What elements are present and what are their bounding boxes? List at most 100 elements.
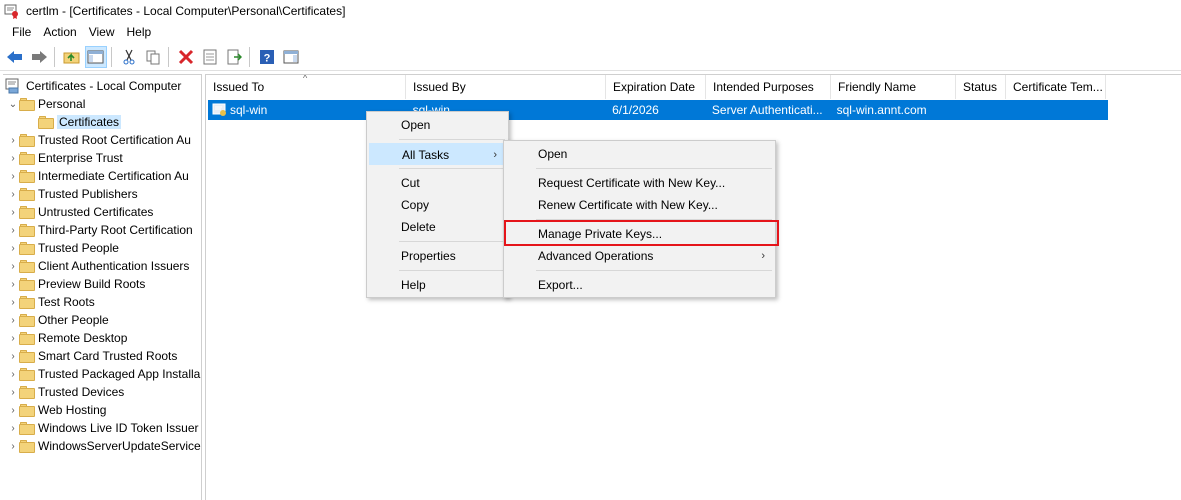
chevron-right-icon[interactable]: › — [7, 149, 19, 167]
chevron-right-icon[interactable]: › — [7, 365, 19, 383]
column-expiration-date[interactable]: Expiration Date — [606, 75, 706, 99]
show-hide-tree-icon[interactable] — [85, 46, 107, 68]
tree-item[interactable]: › Smart Card Trusted Roots — [7, 347, 177, 365]
toolbar: ? — [0, 44, 1181, 71]
cell-purposes: Server Authenticati... — [711, 103, 823, 117]
tree-root-label: Certificates - Local Computer — [26, 79, 182, 93]
copy-icon[interactable] — [142, 46, 164, 68]
tree-item[interactable]: › Trusted People — [7, 239, 119, 257]
delete-icon[interactable] — [175, 46, 197, 68]
up-folder-icon[interactable] — [61, 46, 83, 68]
console-tree: Certificates - Local Computer ⌄ Personal… — [3, 74, 202, 500]
tree-item-personal[interactable]: ⌄ Personal — [7, 95, 86, 113]
folder-icon — [19, 403, 35, 417]
folder-icon — [19, 241, 35, 255]
action-pane-icon[interactable] — [280, 46, 302, 68]
context-menu-open[interactable]: Open — [369, 114, 506, 136]
tree-item[interactable]: › Other People — [7, 311, 108, 329]
tree-item[interactable]: › Enterprise Trust — [7, 149, 122, 167]
export-list-icon[interactable] — [223, 46, 245, 68]
chevron-right-icon[interactable]: › — [7, 131, 19, 149]
column-issued-to[interactable]: ^ Issued To — [206, 75, 406, 99]
chevron-right-icon[interactable]: › — [7, 383, 19, 401]
properties-icon[interactable] — [199, 46, 221, 68]
sort-ascending-icon: ^ — [303, 75, 308, 83]
chevron-right-icon[interactable]: › — [7, 311, 19, 329]
chevron-right-icon[interactable]: › — [7, 185, 19, 203]
svg-text:?: ? — [264, 53, 271, 65]
column-certificate-template[interactable]: Certificate Tem... — [1006, 75, 1106, 99]
forward-arrow-icon[interactable] — [28, 46, 50, 68]
chevron-right-icon[interactable]: › — [7, 239, 19, 257]
submenu-advanced-operations[interactable]: Advanced Operations › — [506, 245, 773, 267]
tree-item[interactable]: › Trusted Devices — [7, 383, 124, 401]
context-menu-properties[interactable]: Properties — [369, 245, 506, 267]
column-intended-purposes[interactable]: Intended Purposes — [706, 75, 831, 99]
tree-item[interactable]: › Trusted Root Certification Au — [7, 131, 191, 149]
context-menu-cut[interactable]: Cut — [369, 172, 506, 194]
chevron-right-icon[interactable]: › — [7, 221, 19, 239]
submenu-renew-certificate[interactable]: Renew Certificate with New Key... — [506, 194, 773, 216]
tree-item[interactable]: › Test Roots — [7, 293, 94, 311]
submenu-request-certificate[interactable]: Request Certificate with New Key... — [506, 172, 773, 194]
title-bar: certlm - [Certificates - Local Computer\… — [0, 0, 1181, 22]
tree-root[interactable]: Certificates - Local Computer — [5, 77, 181, 95]
column-status[interactable]: Status — [956, 75, 1006, 99]
tree-item[interactable]: › WindowsServerUpdateService — [7, 437, 200, 455]
tree-item[interactable]: › Client Authentication Issuers — [7, 257, 189, 275]
table-row[interactable]: sql-win sql-win 6/1/2026 Server Authenti… — [208, 100, 1108, 120]
context-menu-all-tasks[interactable]: All Tasks › — [369, 143, 506, 165]
certificate-icon — [212, 102, 228, 118]
chevron-right-icon[interactable]: › — [7, 419, 19, 437]
chevron-right-icon[interactable]: › — [7, 257, 19, 275]
context-menu-help[interactable]: Help — [369, 274, 506, 296]
chevron-right-icon[interactable]: › — [7, 437, 19, 455]
context-menu-copy[interactable]: Copy — [369, 194, 506, 216]
tree-item[interactable]: › Remote Desktop — [7, 329, 127, 347]
chevron-right-icon[interactable]: › — [7, 347, 19, 365]
chevron-right-icon: › — [761, 250, 765, 262]
toolbar-separator — [111, 47, 112, 67]
menu-action[interactable]: Action — [37, 22, 82, 43]
tree-item[interactable]: › Web Hosting — [7, 401, 106, 419]
folder-icon — [19, 385, 35, 399]
certificate-manager-icon — [4, 3, 20, 19]
folder-icon — [19, 349, 35, 363]
menu-file[interactable]: File — [6, 22, 37, 43]
all-tasks-submenu: Open Request Certificate with New Key...… — [503, 140, 776, 298]
column-issued-by[interactable]: Issued By — [406, 75, 606, 99]
chevron-right-icon[interactable]: › — [7, 401, 19, 419]
menu-help[interactable]: Help — [121, 22, 158, 43]
folder-icon — [19, 97, 35, 111]
folder-icon — [19, 259, 35, 273]
back-arrow-icon[interactable] — [4, 46, 26, 68]
folder-icon — [19, 313, 35, 327]
context-menu-delete[interactable]: Delete — [369, 216, 506, 238]
submenu-open[interactable]: Open — [506, 143, 773, 165]
folder-icon — [19, 439, 35, 453]
folder-icon — [19, 133, 35, 147]
menu-view[interactable]: View — [83, 22, 121, 43]
tree-item[interactable]: › Windows Live ID Token Issuer — [7, 419, 198, 437]
tree-item[interactable]: › Preview Build Roots — [7, 275, 145, 293]
tree-item[interactable]: › Untrusted Certificates — [7, 203, 153, 221]
column-friendly-name[interactable]: Friendly Name — [831, 75, 956, 99]
submenu-export[interactable]: Export... — [506, 274, 773, 296]
folder-icon — [19, 205, 35, 219]
tree-item-certificates[interactable]: Certificates — [26, 113, 122, 131]
tree-item[interactable]: › Trusted Publishers — [7, 185, 137, 203]
folder-icon — [19, 421, 35, 435]
help-icon[interactable]: ? — [256, 46, 278, 68]
tree-item[interactable]: › Trusted Packaged App Installa — [7, 365, 200, 383]
chevron-right-icon[interactable]: › — [7, 275, 19, 293]
chevron-right-icon[interactable]: › — [7, 329, 19, 347]
toolbar-separator — [249, 47, 250, 67]
chevron-down-icon[interactable]: ⌄ — [7, 95, 19, 113]
chevron-right-icon[interactable]: › — [7, 293, 19, 311]
cut-icon[interactable] — [118, 46, 140, 68]
chevron-right-icon[interactable]: › — [7, 167, 19, 185]
tree-item[interactable]: › Third-Party Root Certification — [7, 221, 192, 239]
tree-item[interactable]: › Intermediate Certification Au — [7, 167, 188, 185]
chevron-right-icon[interactable]: › — [7, 203, 19, 221]
window-title: certlm - [Certificates - Local Computer\… — [26, 4, 346, 18]
